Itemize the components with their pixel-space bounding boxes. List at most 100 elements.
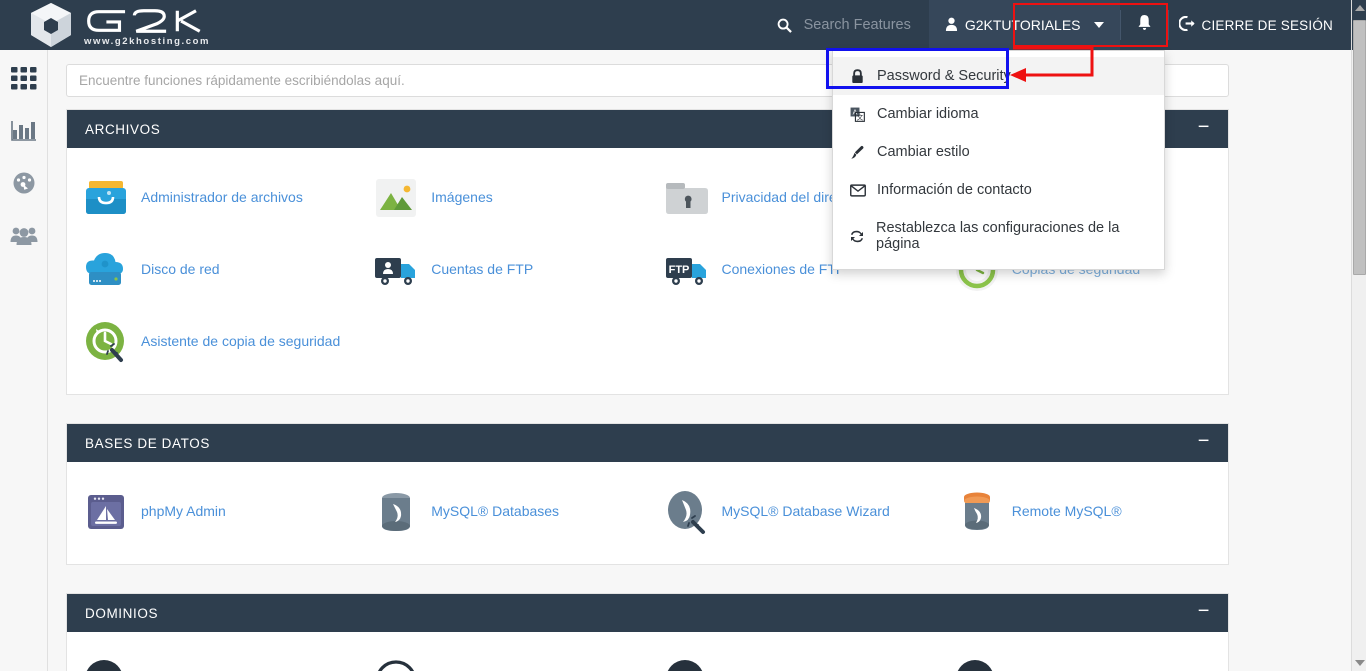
panel-header: BASES DE DATOS −	[67, 424, 1228, 462]
menu-item-label: Cambiar idioma	[877, 106, 979, 122]
phpmyadmin-icon	[81, 487, 131, 537]
user-menu-button[interactable]: G2KTUTORIALES	[928, 0, 1120, 50]
logout-button[interactable]: CIERRE DE SESIÓN	[1169, 0, 1351, 50]
menu-item-contact-information[interactable]: Información de contacto	[833, 171, 1164, 209]
user-icon	[945, 17, 958, 34]
menu-item-label: Restablezca las configuraciones de la pá…	[876, 220, 1120, 252]
svg-text:FTP: FTP	[668, 264, 689, 276]
tile-backup-wizard[interactable]: Asistente de copia de seguridad	[67, 306, 357, 378]
tile-phpmyadmin[interactable]: phpMy Admin	[67, 476, 357, 548]
g2k-wordmark	[87, 9, 201, 33]
tile-file-manager[interactable]: Administrador de archivos	[67, 162, 357, 234]
backup-wizard-icon	[81, 317, 131, 367]
paintbrush-icon	[849, 145, 866, 160]
menu-item-label: Información de contacto	[877, 182, 1032, 198]
tile-redirects[interactable]: .com Redirige	[938, 646, 1228, 671]
sign-out-icon	[1177, 15, 1195, 34]
tile-addon-domains[interactable]: .com Dominios adicionales	[67, 646, 357, 671]
grid-icon	[10, 67, 36, 90]
tile-label: MySQL® Databases	[431, 503, 560, 520]
tile-web-disk[interactable]: Disco de red	[67, 234, 357, 306]
search-features-label: Search Features	[803, 17, 911, 33]
brand-logo[interactable]: www.g2khosting.com	[0, 1, 215, 49]
left-sidebar	[0, 50, 48, 671]
gauge-icon	[13, 172, 34, 194]
brand-url: www.g2khosting.com	[84, 36, 211, 47]
panel-bases-de-datos: BASES DE DATOS − phpMy Admin MySQL® Data…	[66, 423, 1229, 565]
subdomains-icon: sub.	[371, 657, 421, 671]
search-icon	[777, 18, 792, 33]
tile-label: Asistente de copia de seguridad	[141, 333, 341, 350]
tile-mysql-databases[interactable]: MySQL® Databases	[357, 476, 647, 548]
remote-mysql-icon	[952, 487, 1002, 537]
cpanel-page: www.g2khosting.com Search Features G2KTU…	[0, 0, 1366, 671]
bell-icon	[1137, 14, 1152, 36]
user-menu-label: G2KTUTORIALES	[964, 17, 1081, 33]
tile-subdomains[interactable]: sub. Subdominios	[357, 646, 647, 671]
tile-label: Imágenes	[431, 189, 493, 206]
tile-label: MySQL® Database Wizard	[721, 503, 890, 520]
panel-collapse-button[interactable]: −	[1198, 431, 1210, 455]
panel-collapse-button[interactable]: −	[1198, 601, 1210, 625]
sidebar-item-metrics[interactable]	[9, 168, 39, 198]
panel-body: .com Dominios adicionales sub.	[67, 632, 1228, 671]
panel-body: phpMy Admin MySQL® Databases MySQL® Data…	[67, 462, 1228, 564]
notifications-button[interactable]	[1121, 0, 1168, 50]
panel-header: DOMINIOS −	[67, 594, 1228, 632]
aliases-icon: .com	[662, 657, 712, 671]
ftp-accounts-icon	[371, 245, 421, 295]
redirects-icon: .com	[952, 657, 1002, 671]
tile-label: Administrador de archivos	[141, 189, 303, 206]
language-icon: A文	[849, 107, 866, 122]
file-manager-icon	[81, 173, 131, 223]
svg-text:文: 文	[857, 112, 864, 121]
scroll-down-arrow-icon[interactable]	[1355, 660, 1365, 666]
mysql-wizard-icon	[662, 487, 712, 537]
users-icon	[10, 227, 37, 245]
sidebar-item-apps[interactable]	[9, 64, 39, 94]
menu-item-label: Cambiar estilo	[877, 144, 970, 160]
sidebar-item-statistics[interactable]	[9, 116, 39, 146]
logout-label: CIERRE DE SESIÓN	[1201, 17, 1333, 33]
tile-label: Remote MySQL®	[1011, 503, 1122, 520]
tile-label: Cuentas de FTP	[431, 261, 534, 278]
search-features-button[interactable]: Search Features	[767, 0, 929, 50]
menu-item-reset-page-settings[interactable]: Restablezca las configuraciones de la pá…	[833, 209, 1164, 263]
directory-privacy-icon	[662, 173, 712, 223]
ftp-connections-icon: FTP	[662, 245, 712, 295]
addon-domains-icon: .com	[81, 657, 131, 671]
sidebar-item-users[interactable]	[9, 220, 39, 250]
panel-title: BASES DE DATOS	[85, 435, 210, 451]
user-dropdown-menu: Password & Security A文 Cambiar idioma Ca…	[832, 50, 1165, 270]
refresh-icon	[849, 229, 865, 244]
panel-collapse-button[interactable]: −	[1198, 117, 1210, 141]
scrollbar-thumb[interactable]	[1353, 20, 1366, 275]
menu-item-change-style[interactable]: Cambiar estilo	[833, 133, 1164, 171]
mysql-database-icon	[371, 487, 421, 537]
header-actions: Search Features G2KTUTORIALES CIERRE DE …	[767, 0, 1351, 50]
tile-mysql-database-wizard[interactable]: MySQL® Database Wizard	[648, 476, 938, 548]
top-header: www.g2khosting.com Search Features G2KTU…	[0, 0, 1351, 50]
tile-ftp-accounts[interactable]: Cuentas de FTP	[357, 234, 647, 306]
menu-item-label: Password & Security	[877, 68, 1011, 84]
bar-chart-icon	[10, 121, 36, 141]
cube-logo-icon	[31, 3, 71, 47]
panel-title: DOMINIOS	[85, 605, 159, 621]
envelope-icon	[849, 183, 866, 197]
page-scrollbar[interactable]	[1351, 0, 1366, 671]
chevron-down-icon	[1093, 22, 1104, 28]
tile-aliases[interactable]: .com Alias	[648, 646, 938, 671]
menu-item-password-security[interactable]: Password & Security	[833, 57, 1164, 95]
tile-label: Disco de red	[141, 261, 220, 278]
tile-remote-mysql[interactable]: Remote MySQL®	[938, 476, 1228, 548]
panel-title: ARCHIVOS	[85, 121, 161, 137]
tile-label: phpMy Admin	[141, 503, 226, 520]
lock-icon	[849, 68, 866, 84]
panel-dominios: DOMINIOS − .com Dominios	[66, 593, 1229, 671]
images-icon	[371, 173, 421, 223]
tile-label: Conexiones de FTP	[721, 261, 846, 278]
web-disk-icon	[81, 245, 131, 295]
tile-images[interactable]: Imágenes	[357, 162, 647, 234]
scroll-up-arrow-icon[interactable]	[1355, 5, 1365, 11]
menu-item-change-language[interactable]: A文 Cambiar idioma	[833, 95, 1164, 133]
